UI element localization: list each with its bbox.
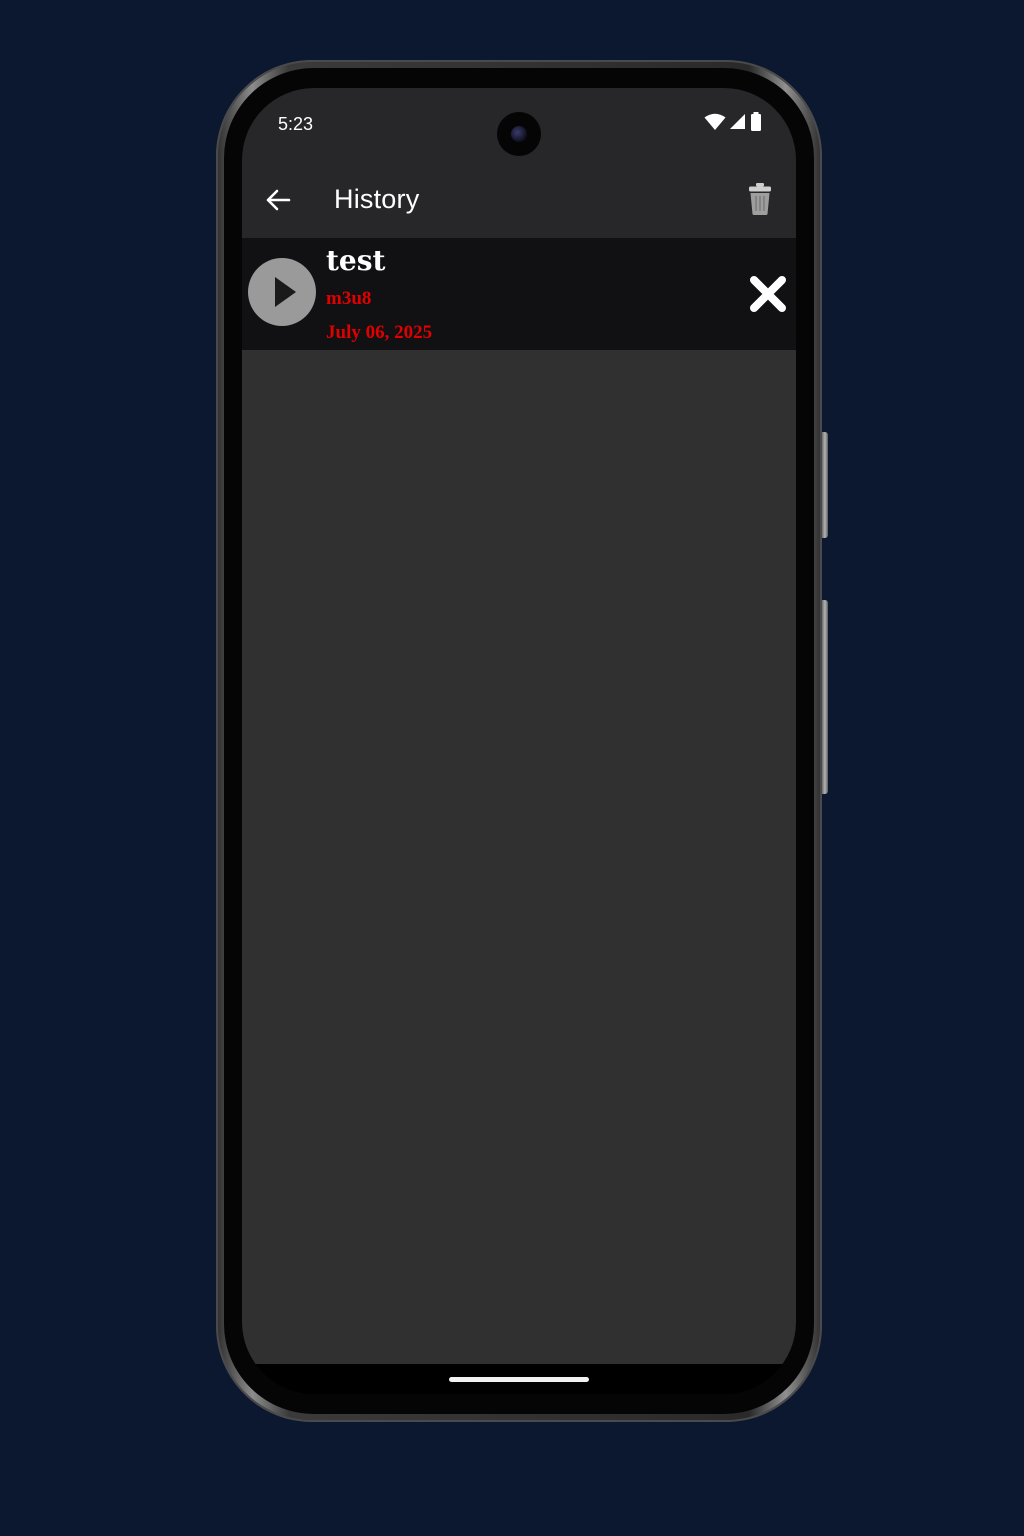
page-background: 5:23 History test m3u8 July 06, 2025: [0, 0, 1024, 1536]
history-item-title: test: [326, 244, 386, 277]
battery-icon: [750, 111, 762, 137]
remove-item-button[interactable]: [748, 274, 788, 314]
front-camera: [497, 112, 541, 156]
status-icons: [704, 111, 762, 137]
history-item-date: July 06, 2025: [326, 322, 433, 343]
history-list: test m3u8 July 06, 2025: [242, 238, 796, 1364]
gesture-nav-bar: [242, 1364, 796, 1394]
phone-screen: 5:23 History test m3u8 July 06, 2025: [242, 88, 796, 1394]
page-title: History: [334, 184, 420, 214]
status-bar: 5:23: [242, 88, 796, 164]
cellular-signal-icon: [730, 113, 746, 135]
clear-history-button[interactable]: [740, 179, 780, 223]
volume-button: [822, 600, 828, 794]
back-button[interactable]: [258, 182, 298, 222]
history-item-type: m3u8: [326, 288, 372, 309]
power-button: [822, 432, 828, 538]
home-indicator[interactable]: [449, 1377, 589, 1382]
trash-icon: [748, 182, 772, 221]
arrow-left-icon: [265, 188, 291, 217]
app-bar: History: [242, 164, 796, 238]
wifi-icon: [704, 113, 726, 136]
history-list-item[interactable]: test m3u8 July 06, 2025: [242, 238, 796, 350]
close-icon: [748, 276, 788, 318]
status-time: 5:23: [278, 114, 314, 134]
play-button[interactable]: [248, 258, 316, 326]
